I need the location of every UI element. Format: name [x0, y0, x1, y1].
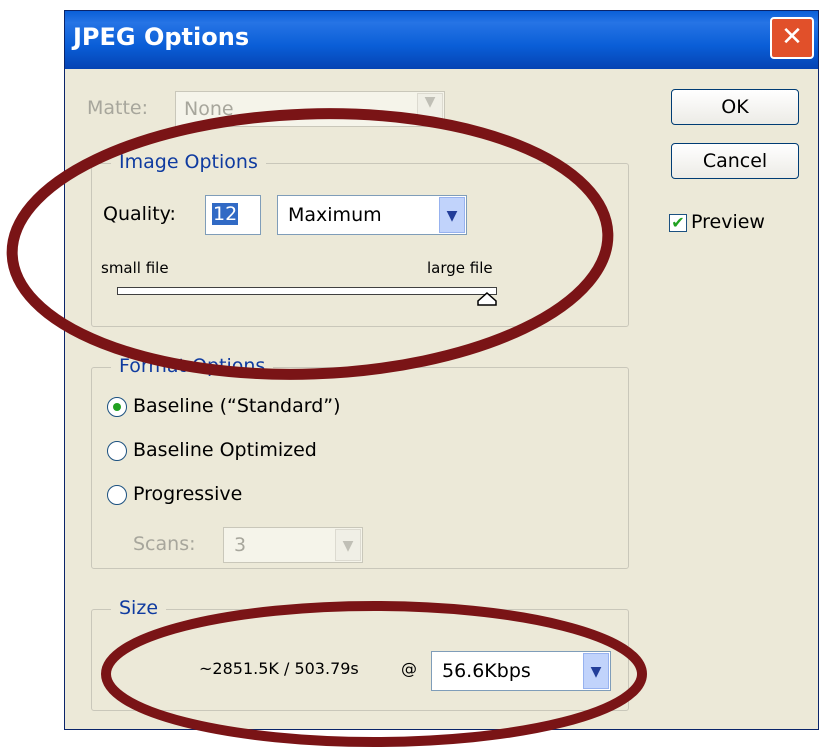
scans-select[interactable]: 3 ▼	[223, 527, 363, 563]
chevron-down-icon: ▼	[583, 653, 609, 689]
preview-label: Preview	[691, 211, 765, 233]
option-baseline-optimized: Baseline Optimized	[133, 439, 317, 461]
matte-label: Matte:	[87, 97, 149, 119]
quality-value: 12	[212, 203, 239, 225]
checkmark-icon: ✔	[671, 213, 685, 232]
quality-input[interactable]: 12	[205, 195, 261, 235]
scans-value: 3	[234, 534, 247, 556]
image-options-group	[91, 163, 629, 327]
speed-select[interactable]: 56.6Kbps ▼	[431, 651, 611, 691]
jpeg-options-dialog: JPEG Options ✕ Matte: None ▼ OK Cancel ✔…	[64, 10, 819, 730]
radio-baseline-optimized[interactable]	[107, 441, 127, 461]
speed-value: 56.6Kbps	[442, 660, 531, 682]
option-progressive: Progressive	[133, 483, 243, 505]
chevron-down-icon: ▼	[335, 529, 361, 561]
radio-progressive[interactable]	[107, 485, 127, 505]
option-baseline-standard: Baseline (“Standard”)	[133, 395, 341, 417]
preview-checkbox[interactable]: ✔	[669, 214, 687, 232]
ok-button[interactable]: OK	[671, 89, 799, 125]
chevron-down-icon: ▼	[417, 93, 443, 125]
dialog-title: JPEG Options	[73, 23, 250, 51]
quality-slider-thumb[interactable]	[477, 291, 497, 306]
quality-preset-value: Maximum	[288, 204, 382, 226]
quality-preset-select[interactable]: Maximum ▼	[277, 195, 467, 235]
radio-baseline-standard[interactable]	[107, 397, 127, 417]
quality-label: Quality:	[103, 203, 176, 225]
quality-slider-track[interactable]	[117, 287, 497, 295]
slider-min-label: small file	[101, 259, 169, 277]
slider-max-label: large file	[427, 259, 493, 277]
slider-thumb-icon	[477, 291, 497, 306]
size-estimate: ~2851.5K / 503.79s	[199, 659, 359, 678]
image-options-legend: Image Options	[111, 151, 266, 173]
size-legend: Size	[111, 597, 167, 619]
chevron-down-icon: ▼	[439, 197, 465, 233]
scans-label: Scans:	[133, 533, 196, 555]
matte-value: None	[184, 98, 234, 120]
cancel-button[interactable]: Cancel	[671, 143, 799, 179]
size-at: @	[401, 659, 417, 678]
close-button[interactable]: ✕	[770, 17, 814, 59]
close-icon: ✕	[781, 22, 803, 52]
title-bar[interactable]: JPEG Options ✕	[65, 11, 818, 69]
matte-select[interactable]: None ▼	[175, 91, 445, 127]
format-options-legend: Format Options	[111, 355, 274, 377]
